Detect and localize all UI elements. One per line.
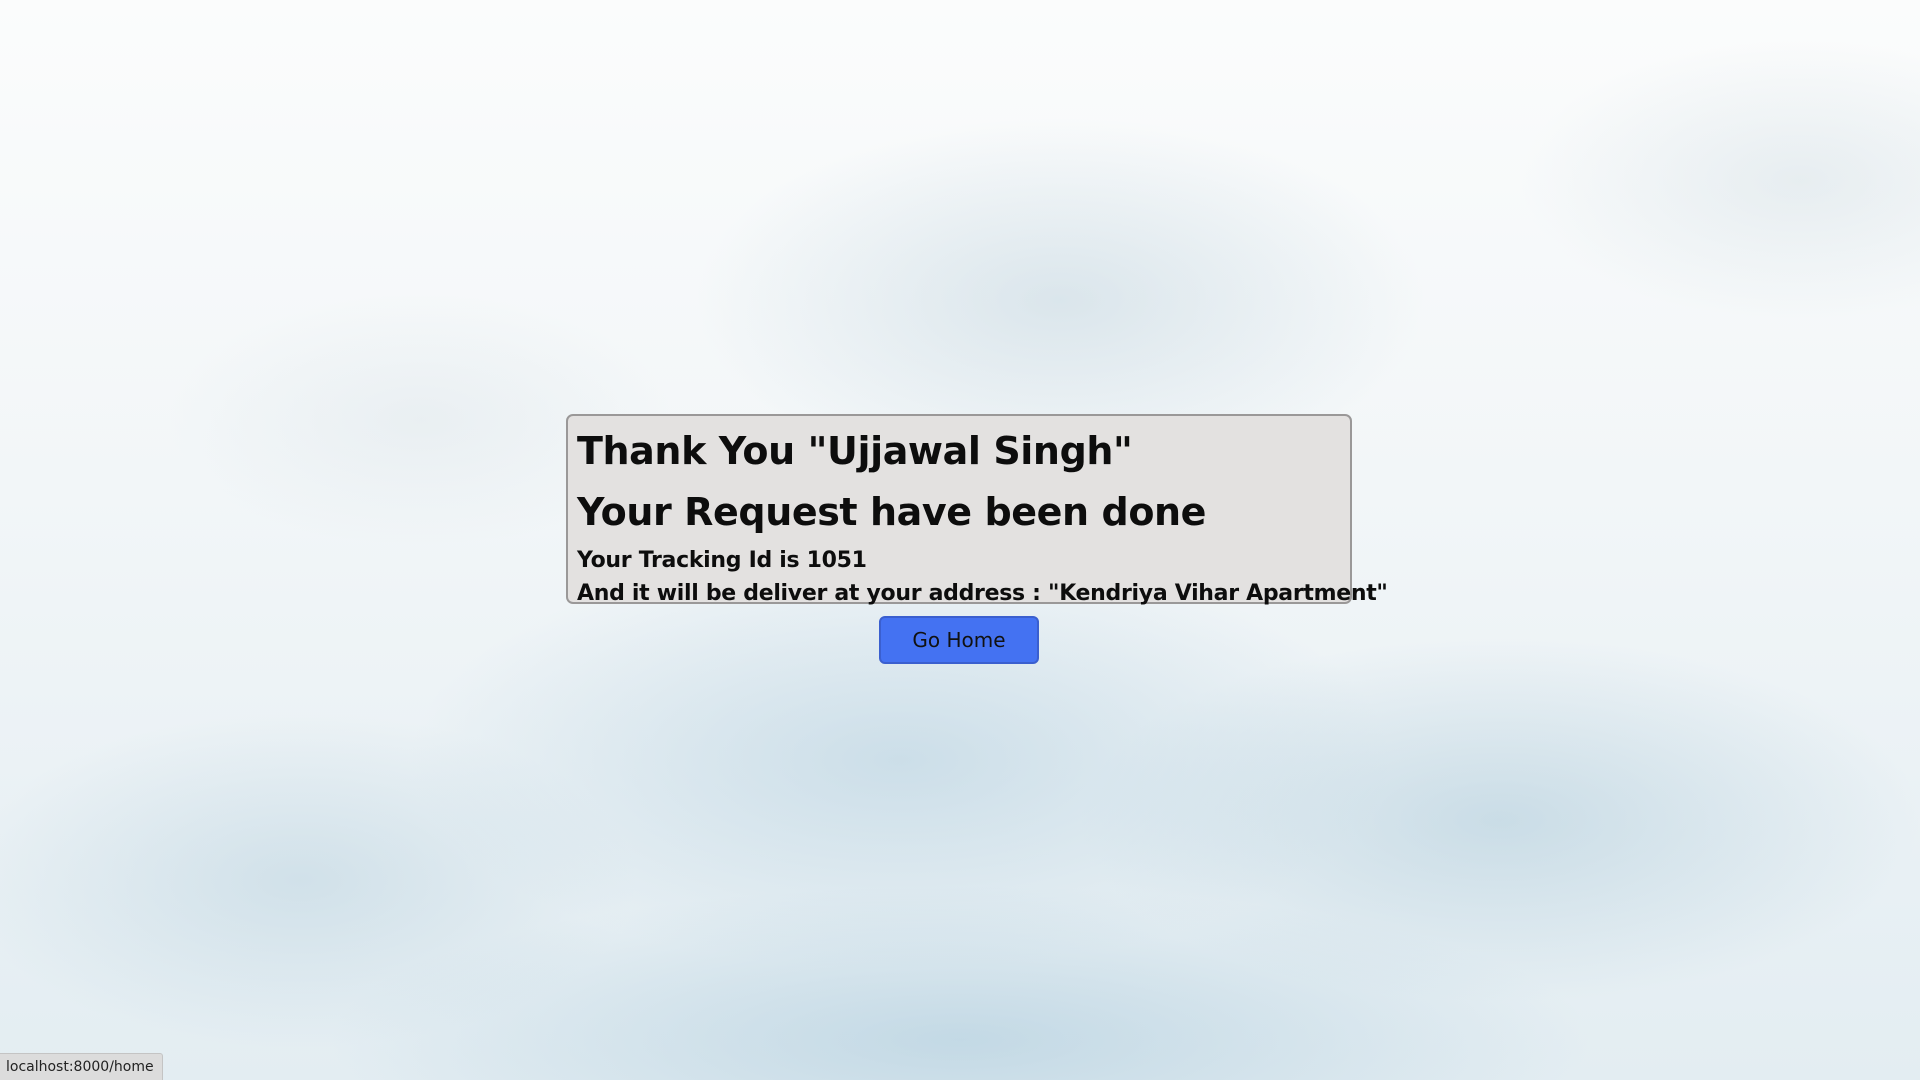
go-home-button[interactable]: Go Home [879, 616, 1039, 664]
tracking-id-text: Your Tracking Id is 1051 [577, 548, 867, 573]
link-status-bar: localhost:8000/home [0, 1053, 163, 1080]
confirmation-card: Thank You "Ujjawal Singh" Your Request h… [566, 414, 1388, 606]
delivery-address-text: And it will be deliver at your address :… [577, 581, 1388, 606]
request-done-heading: Your Request have been done [577, 490, 1207, 534]
thank-you-heading: Thank You "Ujjawal Singh" [577, 429, 1133, 473]
